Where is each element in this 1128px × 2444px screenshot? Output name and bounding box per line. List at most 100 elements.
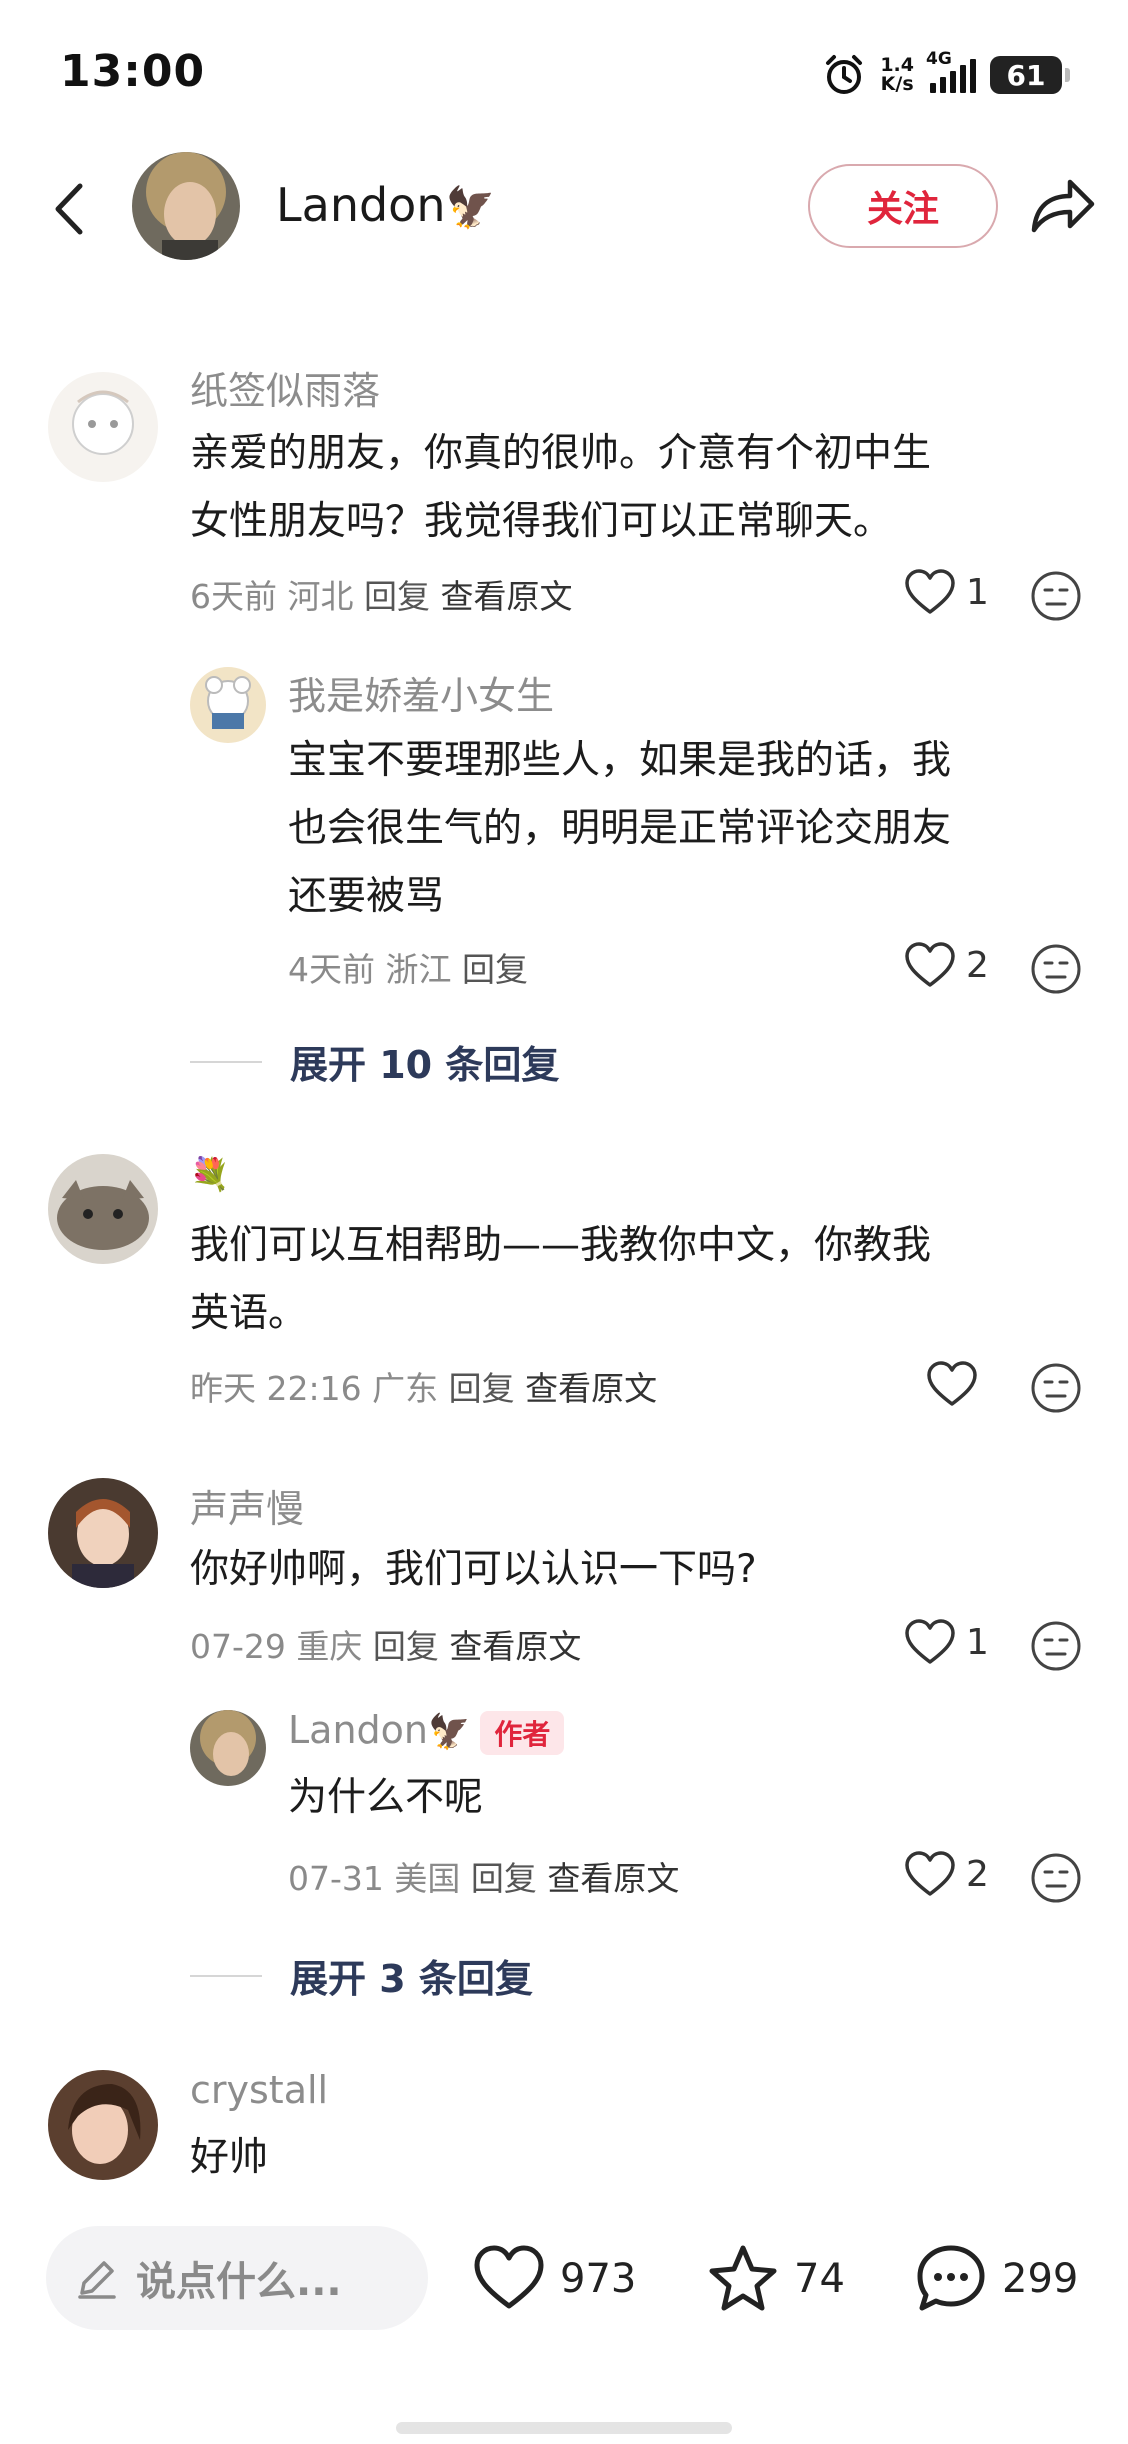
reply-text-line: 也会很生气的，明明是正常评论交朋友: [288, 806, 952, 851]
heart-icon: [905, 942, 955, 987]
reply-username[interactable]: 我是娇羞小女生: [288, 665, 554, 720]
alarm-clock-icon: [822, 53, 866, 97]
comment-text[interactable]: 我们可以互相帮助——我教你中文，你教我 英语。: [190, 1212, 931, 1348]
like-count: 2: [966, 1853, 989, 1895]
battery-level: 61: [1006, 58, 1046, 92]
pencil-icon: [78, 2261, 116, 2299]
reply-time: 4天前: [288, 950, 375, 989]
comment-username[interactable]: 声声慢: [190, 1478, 304, 1533]
comment-text[interactable]: 亲爱的朋友，你真的很帅。介意有个初中生 女性朋友吗？我觉得我们可以正常聊天。: [190, 420, 931, 556]
home-indicator[interactable]: [396, 2422, 732, 2434]
dislike-face-icon[interactable]: [1030, 1362, 1082, 1414]
comment-username[interactable]: 纸签似雨落: [190, 360, 380, 415]
reply-button[interactable]: 回复: [449, 1369, 515, 1408]
like-button[interactable]: [926, 1360, 988, 1408]
header: Landon🦅 关注: [0, 150, 1128, 270]
favorite-count: 74: [794, 2256, 845, 2302]
header-username-text: Landon: [276, 178, 446, 232]
avatar[interactable]: [190, 1710, 266, 1786]
expand-replies-button[interactable]: 展开 10 条回复: [190, 1034, 559, 1089]
eagle-icon: 🦅: [445, 185, 496, 231]
dislike-face-icon[interactable]: [1030, 943, 1082, 995]
network-type: 4G: [926, 49, 952, 69]
like-count: 1: [966, 1621, 989, 1663]
reply-text-line: 宝宝不要理那些人，如果是我的话，我: [288, 738, 952, 783]
like-count: 973: [560, 2256, 637, 2302]
network-speed: 1.4 K/s: [880, 56, 914, 94]
reply-meta: 07-31 美国 回复 查看原文: [288, 1852, 679, 1900]
reply-location: 美国: [394, 1859, 461, 1898]
reply-text[interactable]: 宝宝不要理那些人，如果是我的话，我 也会很生气的，明明是正常评论交朋友 还要被骂: [288, 727, 1048, 931]
avatar[interactable]: [48, 372, 158, 482]
chat-bubble-icon: [917, 2245, 985, 2311]
comment-meta: 6天前 河北 回复 查看原文: [190, 570, 573, 618]
comment-username[interactable]: crystall: [190, 2068, 328, 2112]
status-icons: 1.4 K/s 4G 61: [822, 49, 1070, 98]
avatar[interactable]: [48, 1478, 158, 1588]
header-username[interactable]: Landon🦅: [276, 178, 495, 232]
comment-text-line: 女性朋友吗？我觉得我们可以正常聊天。: [190, 499, 893, 544]
comments-button[interactable]: 299: [914, 2242, 1078, 2316]
bottom-action-bar: 说点什么... 973 74 299: [0, 2200, 1128, 2444]
star-icon: [709, 2245, 777, 2311]
like-button[interactable]: 1: [904, 1618, 989, 1666]
like-button[interactable]: 1: [904, 568, 989, 616]
like-button[interactable]: 2: [904, 941, 989, 989]
comment-time: 6天前: [190, 577, 277, 616]
comment-text[interactable]: 你好帅啊，我们可以认识一下吗?: [190, 1536, 757, 1604]
comment-username[interactable]: 💐: [190, 1150, 230, 1194]
avatar[interactable]: [190, 667, 266, 743]
heart-icon: [474, 2245, 544, 2309]
reply-text-line: 为什么不呢: [288, 1775, 484, 1820]
heart-icon: [905, 569, 955, 614]
avatar[interactable]: [48, 1154, 158, 1264]
comment-count: 299: [1002, 2256, 1079, 2302]
view-original-button[interactable]: 查看原文: [547, 1859, 679, 1898]
comment-text-line: 亲爱的朋友，你真的很帅。介意有个初中生: [190, 431, 932, 476]
back-arrow-icon[interactable]: [40, 174, 100, 244]
heart-icon: [927, 1361, 977, 1406]
comment-location: 广东: [372, 1369, 439, 1408]
reply-username[interactable]: Landon🦅 作者: [288, 1708, 565, 1755]
battery-icon: 61: [990, 56, 1070, 94]
reply-username-text: Landon: [288, 1708, 428, 1752]
like-button[interactable]: 2: [904, 1850, 989, 1898]
expand-replies-label: 展开 3 条回复: [290, 1957, 533, 2001]
reply-button[interactable]: 回复: [364, 577, 430, 616]
like-post-button[interactable]: 973: [472, 2242, 636, 2316]
reply-button[interactable]: 回复: [462, 950, 528, 989]
comment-meta: 07-29 重庆 回复 查看原文: [190, 1620, 581, 1668]
network-speed-unit: K/s: [880, 73, 914, 95]
reply-button[interactable]: 回复: [471, 1859, 537, 1898]
view-original-button[interactable]: 查看原文: [525, 1369, 657, 1408]
view-original-button[interactable]: 查看原文: [449, 1627, 581, 1666]
comment-input-placeholder: 说点什么...: [136, 2259, 342, 2305]
comment-location: 重庆: [296, 1627, 363, 1666]
view-original-button[interactable]: 查看原文: [441, 577, 573, 616]
reply-text[interactable]: 为什么不呢: [288, 1764, 483, 1832]
avatar[interactable]: [132, 152, 240, 260]
like-count: 2: [966, 944, 989, 986]
reply-meta: 4天前 浙江 回复: [288, 943, 528, 991]
comment-input[interactable]: 说点什么...: [46, 2226, 428, 2330]
dislike-face-icon[interactable]: [1030, 570, 1082, 622]
eagle-icon: 🦅: [428, 1712, 471, 1752]
comment-time: 昨天 22:16: [190, 1369, 362, 1408]
reply-button[interactable]: 回复: [373, 1627, 439, 1666]
share-icon[interactable]: [1026, 172, 1098, 238]
comment-text-line: 英语。: [190, 1291, 308, 1336]
follow-button[interactable]: 关注: [808, 164, 998, 248]
expand-replies-button[interactable]: 展开 3 条回复: [190, 1948, 533, 2003]
status-time: 13:00: [60, 46, 206, 97]
status-bar: 13:00 1.4 K/s 4G 61: [0, 0, 1128, 150]
dislike-face-icon[interactable]: [1030, 1852, 1082, 1904]
favorite-button[interactable]: 74: [706, 2242, 845, 2316]
comment-text[interactable]: 好帅: [190, 2124, 268, 2192]
author-badge: 作者: [480, 1710, 565, 1755]
heart-icon: [905, 1851, 955, 1896]
divider: [190, 1974, 262, 1977]
flower-emoji-icon: 💐: [190, 1155, 230, 1193]
avatar[interactable]: [48, 2070, 158, 2180]
reply-text-line: 还要被骂: [288, 874, 445, 919]
dislike-face-icon[interactable]: [1030, 1620, 1082, 1672]
